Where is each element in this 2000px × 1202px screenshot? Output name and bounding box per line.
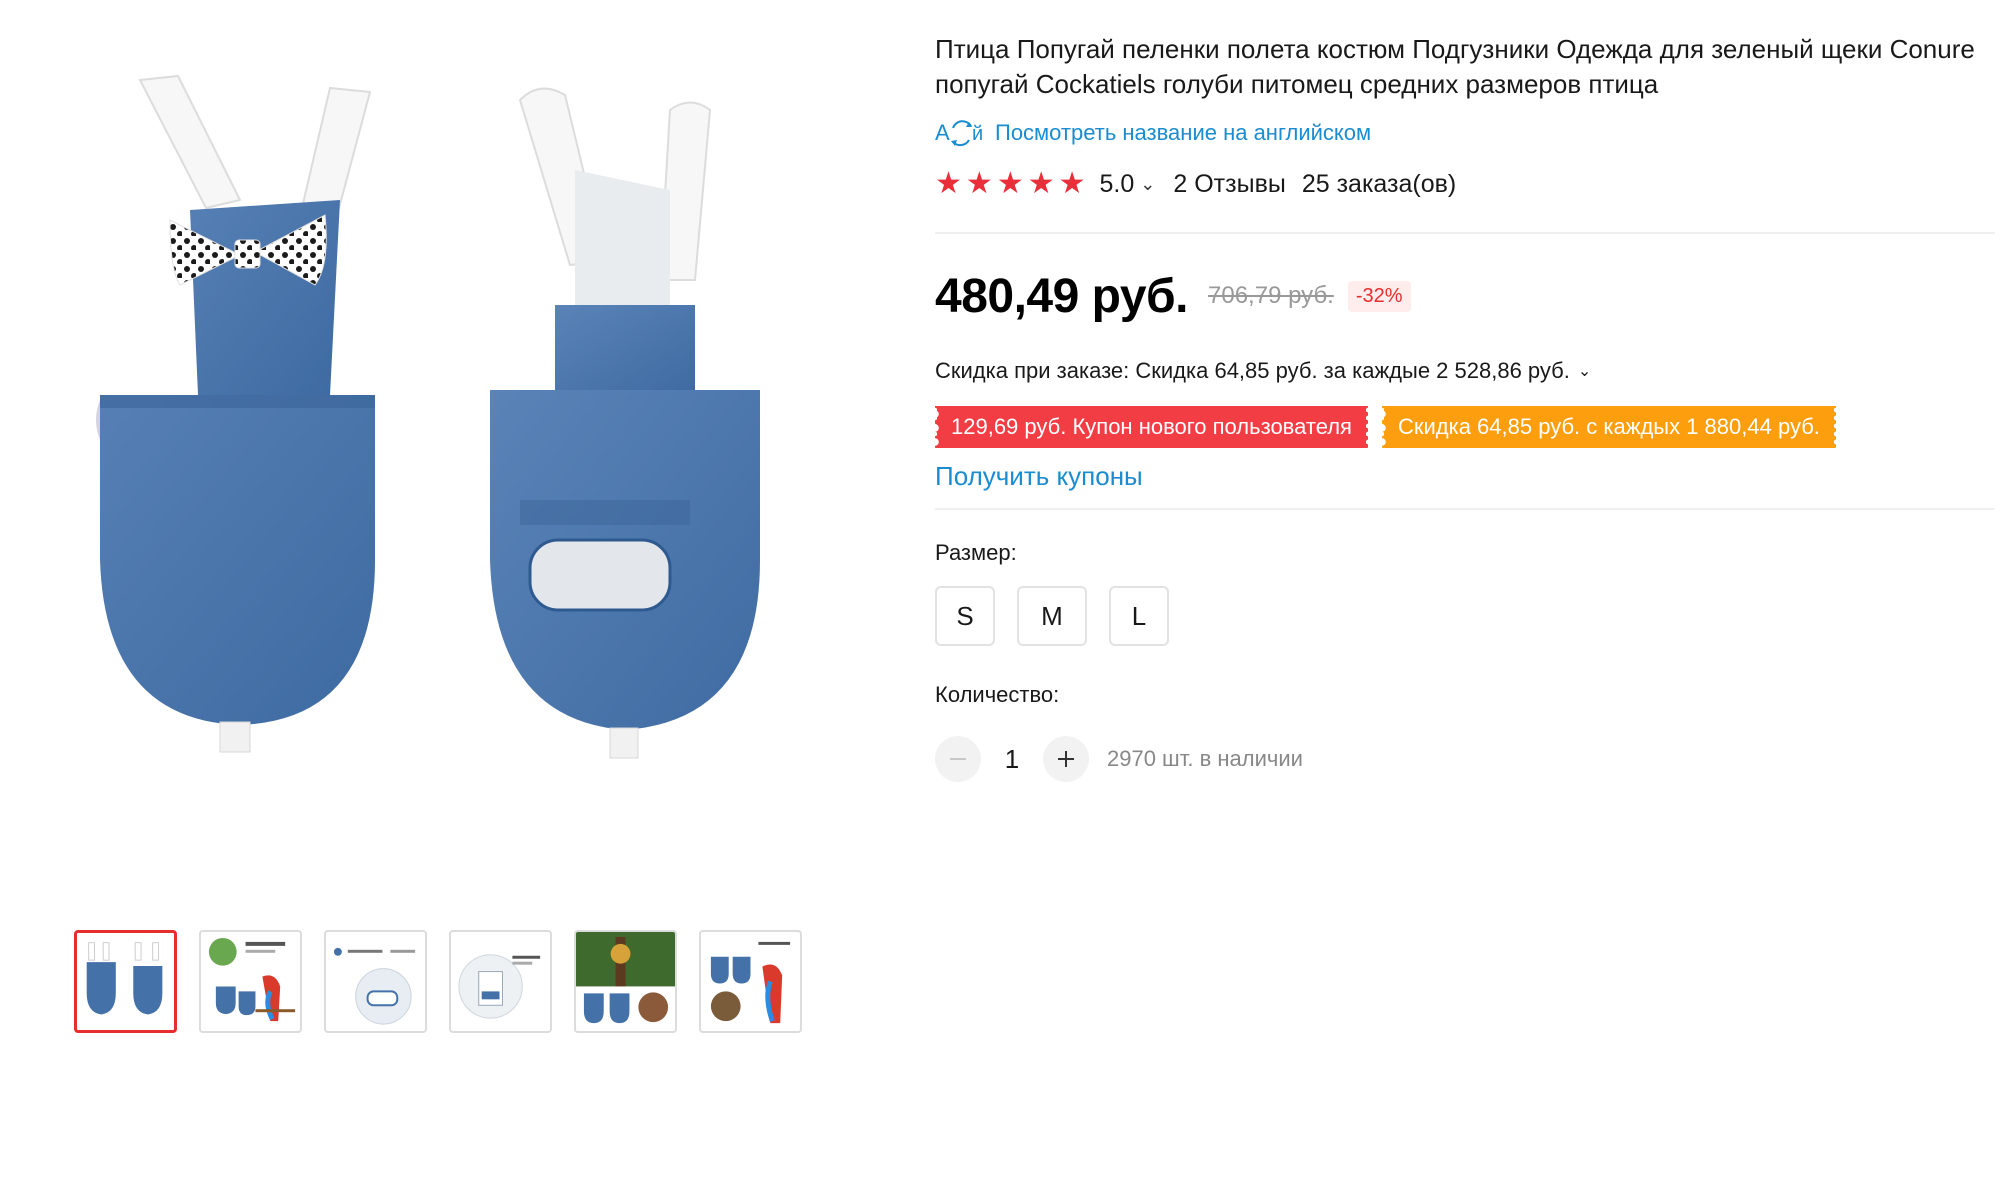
- thumbnail-1[interactable]: [74, 930, 177, 1033]
- get-coupons-link[interactable]: Получить купоны: [935, 458, 1143, 494]
- star-icon: ★: [996, 167, 1024, 200]
- size-option-s[interactable]: S: [935, 586, 995, 646]
- bulk-discount-text: Скидка при заказе: Скидка 64,85 руб. за …: [935, 358, 1570, 383]
- chevron-down-icon[interactable]: ⌄: [1140, 174, 1155, 195]
- coupons-row: 129,69 руб. Купон нового пользователя Ск…: [933, 406, 1995, 448]
- rating-value[interactable]: 5.0: [1100, 170, 1135, 199]
- svg-text:A: A: [935, 120, 950, 145]
- store-discount-coupon[interactable]: Скидка 64,85 руб. с каждых 1 880,44 руб.: [1379, 406, 1838, 448]
- divider: [935, 508, 1995, 510]
- increase-quantity-button[interactable]: [1043, 736, 1089, 782]
- chevron-down-icon[interactable]: ⌄: [1578, 361, 1591, 381]
- size-option-l[interactable]: L: [1109, 586, 1169, 646]
- main-product-image[interactable]: [70, 40, 830, 800]
- thumbnail-2[interactable]: [199, 930, 302, 1033]
- price-row: 480,49 руб. 706,79 руб. -32%: [935, 266, 1995, 326]
- bulk-discount[interactable]: Скидка при заказе: Скидка 64,85 руб. за …: [935, 356, 1995, 386]
- product-info: Птица Попугай пеленки полета костюм Подг…: [933, 32, 1995, 782]
- thumbnail-strip: [74, 930, 802, 1033]
- divider: [935, 232, 1995, 234]
- star-icon: ★: [1058, 167, 1086, 200]
- orders-count: 25 заказа(ов): [1301, 169, 1457, 198]
- quantity-stepper: 1 2970 шт. в наличии: [935, 736, 1995, 782]
- view-english-title-link[interactable]: Посмотреть название на английском: [995, 120, 1371, 146]
- thumbnail-6[interactable]: [699, 930, 802, 1033]
- quantity-value[interactable]: 1: [981, 744, 1043, 775]
- star-icon: ★: [935, 167, 962, 200]
- rating-row: ★ ★ ★ ★ ★ 5.0 ⌄ 2 Отзывы 25 заказа(ов): [935, 166, 1995, 202]
- translate-icon[interactable]: A й: [935, 116, 985, 150]
- stock-count: 2970 шт. в наличии: [1107, 746, 1303, 771]
- minus-icon: [950, 758, 966, 760]
- svg-text:й: й: [972, 123, 983, 145]
- product-title: Птица Попугай пеленки полета костюм Подг…: [935, 34, 1975, 99]
- reviews-link[interactable]: 2 Отзывы: [1173, 170, 1285, 199]
- current-price: 480,49 руб.: [935, 269, 1189, 323]
- translate-row: A й Посмотреть название на английском: [935, 116, 1995, 150]
- size-label: Размер:: [935, 540, 1017, 565]
- discount-badge: -32%: [1347, 280, 1411, 312]
- size-options: S M L: [935, 586, 1995, 646]
- quantity-label: Количество:: [935, 682, 1060, 707]
- size-option-m[interactable]: M: [1017, 586, 1087, 646]
- rating-stars: ★ ★ ★ ★ ★: [935, 169, 1086, 199]
- new-user-coupon[interactable]: 129,69 руб. Купон нового пользователя: [933, 406, 1370, 448]
- decrease-quantity-button[interactable]: [935, 736, 981, 782]
- plus-icon: [1058, 751, 1074, 767]
- star-icon: ★: [1027, 167, 1055, 200]
- star-icon: ★: [965, 167, 993, 200]
- bird-diaper-image: [96, 74, 760, 759]
- thumbnail-4[interactable]: [449, 930, 552, 1033]
- thumbnail-5[interactable]: [574, 930, 677, 1033]
- thumbnail-3[interactable]: [324, 930, 427, 1033]
- original-price: 706,79 руб.: [1208, 282, 1334, 309]
